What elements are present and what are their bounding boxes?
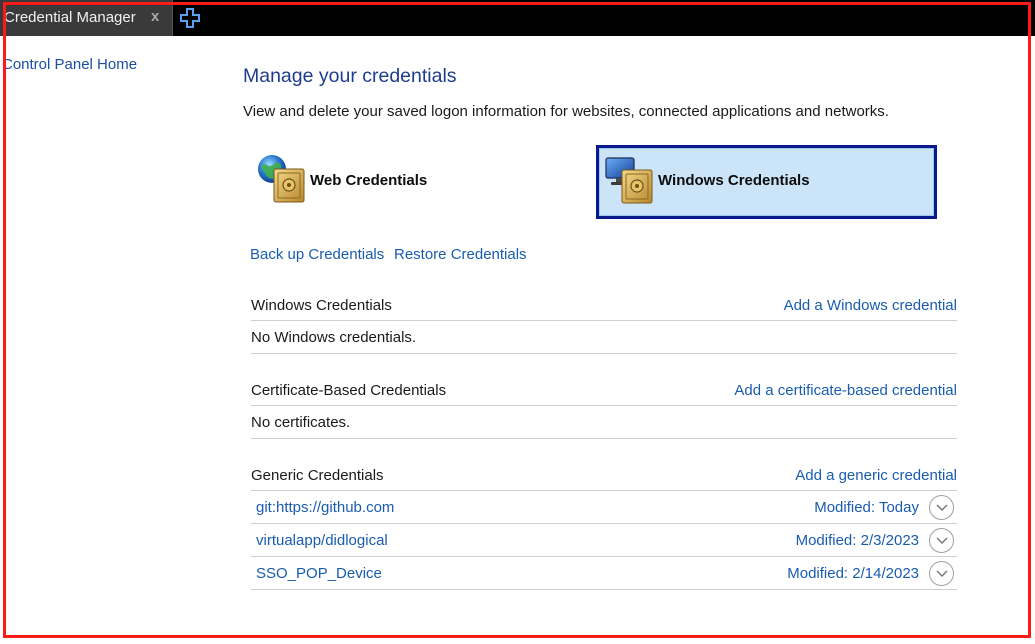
generic-credentials-section-header: Generic Credentials Add a generic creden… xyxy=(251,461,957,491)
tab-close-icon[interactable]: x xyxy=(151,8,159,25)
credential-row[interactable]: git:https://github.com Modified: Today xyxy=(251,491,957,524)
credential-modified: Modified: Today xyxy=(814,499,919,516)
section-title: Windows Credentials xyxy=(251,297,392,314)
credential-row[interactable]: SSO_POP_Device Modified: 2/14/2023 xyxy=(251,557,957,590)
web-credentials-tile[interactable]: Web Credentials xyxy=(252,145,582,219)
chevron-down-icon[interactable] xyxy=(929,528,954,553)
section-title: Certificate-Based Credentials xyxy=(251,382,447,399)
restore-credentials-link[interactable]: Restore Credentials xyxy=(394,246,527,263)
back-up-credentials-link[interactable]: Back up Credentials xyxy=(250,246,384,263)
certificate-credentials-empty-row: No certificates. xyxy=(251,406,957,439)
certificate-credentials-section-header: Certificate-Based Credentials Add a cert… xyxy=(251,376,957,406)
credential-name[interactable]: git:https://github.com xyxy=(256,499,394,516)
add-generic-credential-link[interactable]: Add a generic credential xyxy=(795,467,957,484)
windows-credentials-tile[interactable]: Windows Credentials xyxy=(596,145,937,219)
windows-credentials-empty-row: No Windows credentials. xyxy=(251,321,957,354)
tab-title: Credential Manager xyxy=(4,9,136,26)
chevron-down-icon[interactable] xyxy=(929,561,954,586)
windows-credentials-label: Windows Credentials xyxy=(658,172,810,189)
control-panel-home-link[interactable]: Control Panel Home xyxy=(2,56,137,73)
web-credentials-label: Web Credentials xyxy=(310,172,428,189)
credential-name[interactable]: virtualapp/didlogical xyxy=(256,532,388,549)
windows-credentials-section-header: Windows Credentials Add a Windows creden… xyxy=(251,291,957,321)
tab-credential-manager[interactable]: Credential Manager x xyxy=(0,0,173,36)
empty-message: No Windows credentials. xyxy=(251,329,417,346)
empty-message: No certificates. xyxy=(251,414,351,431)
credential-modified: Modified: 2/3/2023 xyxy=(795,532,919,549)
plus-icon[interactable] xyxy=(180,8,200,28)
section-title: Generic Credentials xyxy=(251,467,384,484)
chevron-down-icon[interactable] xyxy=(929,495,954,520)
credential-name[interactable]: SSO_POP_Device xyxy=(256,565,382,582)
monitor-vault-icon xyxy=(604,154,656,206)
add-certificate-credential-link[interactable]: Add a certificate-based credential xyxy=(734,382,957,399)
tab-bar: Credential Manager x xyxy=(0,0,1035,36)
globe-vault-icon xyxy=(256,153,308,205)
credential-row[interactable]: virtualapp/didlogical Modified: 2/3/2023 xyxy=(251,524,957,557)
add-windows-credential-link[interactable]: Add a Windows credential xyxy=(784,297,957,314)
page-title: Manage your credentials xyxy=(243,65,457,87)
credential-modified: Modified: 2/14/2023 xyxy=(787,565,919,582)
page-description: View and delete your saved logon informa… xyxy=(243,103,889,120)
